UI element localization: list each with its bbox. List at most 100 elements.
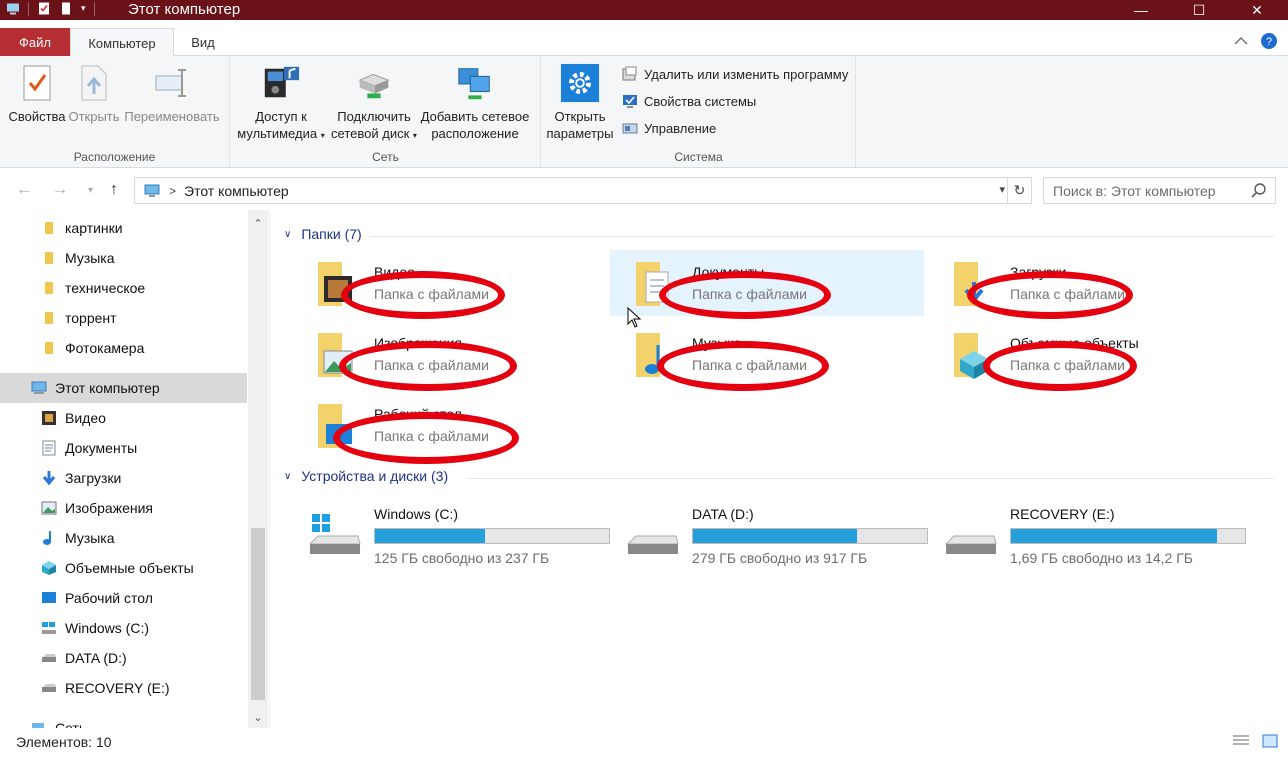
maximize-button[interactable]: ☐	[1176, 0, 1222, 20]
annotation-ellipse	[967, 271, 1133, 319]
sidebar-item-drive-c[interactable]: Windows (C:)	[0, 613, 247, 643]
folders-section-header[interactable]: ∨ Папки (7)	[284, 226, 362, 242]
properties-button[interactable]: Свойства	[8, 62, 66, 125]
window-title: Этот компьютер	[128, 1, 241, 18]
group-label: Система	[674, 150, 723, 164]
group-label: Сеть	[372, 150, 399, 164]
folder-icon	[40, 340, 58, 356]
network-icon	[30, 720, 48, 728]
new-folder-icon[interactable]	[59, 1, 73, 16]
manage-button[interactable]: Управление	[622, 120, 716, 136]
sidebar-item-music-folder[interactable]: Музыка	[0, 243, 247, 273]
status-bar: Элементов: 10	[0, 728, 1288, 757]
folder-icon	[40, 280, 58, 296]
help-icon[interactable]: ?	[1260, 32, 1278, 50]
folder-icon	[40, 220, 58, 236]
mouse-cursor-icon	[627, 307, 642, 328]
scroll-down-icon[interactable]: ⌄	[248, 708, 268, 726]
drive-icon	[40, 680, 58, 696]
sidebar-item-this-pc[interactable]: Этот компьютер	[0, 373, 247, 403]
navigation-bar: ← → ▾ ↑ > Этот компьютер ▾ ↻ Поиск в: Эт…	[0, 176, 1288, 206]
section-divider	[370, 236, 1274, 237]
drive-usage-fill	[693, 529, 857, 543]
address-bar[interactable]: > Этот компьютер ▾ ↻	[134, 177, 1032, 204]
downloads-icon	[40, 470, 58, 486]
sidebar-item-3d-objects[interactable]: Объемные объекты	[0, 553, 247, 583]
quick-access-toolbar: ▾	[6, 1, 95, 16]
drive-usage-bar	[374, 528, 610, 544]
programs-icon	[622, 66, 637, 81]
scrollbar-thumb[interactable]	[251, 528, 265, 700]
tiles-view-icon[interactable]	[1262, 734, 1278, 748]
sidebar-item-documents[interactable]: Документы	[0, 433, 247, 463]
computer-icon	[30, 380, 48, 396]
sidebar-item-network[interactable]: Сеть	[0, 713, 247, 728]
tab-computer[interactable]: Компьютер	[70, 28, 174, 57]
sidebar-item-video[interactable]: Видео	[0, 403, 247, 433]
drive-tile-d[interactable]: DATA (D:) 279 ГБ свободно из 917 ГБ	[610, 498, 928, 566]
navigation-pane[interactable]: картинки Музыка техническое торрент Фото…	[0, 210, 270, 728]
music-icon	[40, 530, 58, 546]
media-access-button[interactable]: Доступ к мультимедиа ▾	[235, 62, 327, 144]
view-switcher	[1232, 734, 1278, 748]
drive-tile-e[interactable]: RECOVERY (E:) 1,69 ГБ свободно из 14,2 Г…	[928, 498, 1246, 566]
breadcrumb-this-pc[interactable]: Этот компьютер	[184, 183, 289, 199]
up-button[interactable]: ↑	[110, 181, 118, 199]
map-network-drive-button[interactable]: Подключить сетевой диск ▾	[329, 62, 419, 144]
video-icon	[40, 410, 58, 426]
minimize-button[interactable]: —	[1118, 0, 1164, 20]
sidebar-item-pictures[interactable]: Изображения	[0, 493, 247, 523]
properties-icon[interactable]	[37, 1, 51, 16]
ribbon-tabs: Файл Компьютер Вид ?	[0, 28, 1288, 57]
search-input[interactable]: Поиск в: Этот компьютер	[1043, 177, 1276, 204]
add-network-location-button[interactable]: Добавить сетевое расположение	[419, 62, 531, 142]
drive-icon	[944, 535, 997, 554]
forward-button[interactable]: →	[52, 181, 68, 199]
sidebar-item-technical-folder[interactable]: техническое	[0, 273, 247, 303]
tab-view[interactable]: Вид	[178, 28, 228, 56]
rename-icon	[155, 69, 186, 97]
minimize-ribbon-icon[interactable]	[1234, 36, 1248, 46]
annotation-ellipse	[333, 412, 519, 464]
system-properties-button[interactable]: Свойства системы	[622, 93, 756, 109]
recent-locations-icon[interactable]: ▾	[88, 185, 93, 196]
sidebar-item-music[interactable]: Музыка	[0, 523, 247, 553]
tab-file[interactable]: Файл	[0, 28, 70, 56]
annotation-ellipse	[983, 341, 1137, 391]
collapse-chevron-icon[interactable]: ∨	[284, 229, 291, 240]
section-divider	[466, 478, 1274, 479]
drive-tile-c[interactable]: Windows (C:) 125 ГБ свободно из 237 ГБ	[292, 498, 610, 566]
folder-icon	[40, 250, 58, 266]
sidebar-item-torrent-folder[interactable]: торрент	[0, 303, 247, 333]
sidebar-item-desktop[interactable]: Рабочий стол	[0, 583, 247, 613]
details-view-icon[interactable]	[1232, 734, 1250, 748]
uninstall-program-button[interactable]: Удалить или изменить программу	[622, 66, 848, 82]
sidebar-item-drive-e[interactable]: RECOVERY (E:)	[0, 673, 247, 703]
breadcrumb-chevron-icon[interactable]: >	[169, 184, 176, 198]
refresh-button[interactable]: ↻	[1007, 178, 1031, 203]
network-drive-icon	[358, 73, 390, 99]
open-settings-button[interactable]: Открыть параметры	[544, 62, 616, 142]
rename-button[interactable]: Переименовать	[122, 62, 222, 125]
explorer-icon[interactable]	[6, 1, 20, 16]
manage-icon	[622, 123, 638, 134]
collapse-chevron-icon[interactable]: ∨	[284, 471, 291, 482]
address-dropdown-icon[interactable]: ▾	[999, 183, 1005, 196]
sidebar-scrollbar[interactable]: ⌃ ⌄	[248, 210, 268, 728]
sidebar-item-pictures-folder[interactable]: картинки	[0, 213, 247, 243]
customize-toolbar-icon[interactable]: ▾	[81, 3, 86, 14]
open-icon	[81, 65, 107, 101]
sidebar-item-downloads[interactable]: Загрузки	[0, 463, 247, 493]
drive-usage-fill	[375, 529, 485, 543]
sidebar-item-drive-d[interactable]: DATA (D:)	[0, 643, 247, 673]
scroll-up-icon[interactable]: ⌃	[248, 214, 268, 232]
open-button[interactable]: Открыть	[68, 62, 120, 125]
annotation-ellipse	[341, 271, 505, 319]
settings-gear-icon	[560, 63, 600, 103]
sidebar-item-camera-folder[interactable]: Фотокамера	[0, 333, 247, 363]
drives-section-header[interactable]: ∨ Устройства и диски (3)	[284, 468, 448, 484]
ribbon-controls: ?	[1234, 32, 1278, 50]
close-button[interactable]: ✕	[1234, 0, 1280, 20]
back-button[interactable]: ←	[16, 181, 32, 199]
ribbon-group-system: Открыть параметры Удалить или изменить пр…	[542, 56, 856, 168]
